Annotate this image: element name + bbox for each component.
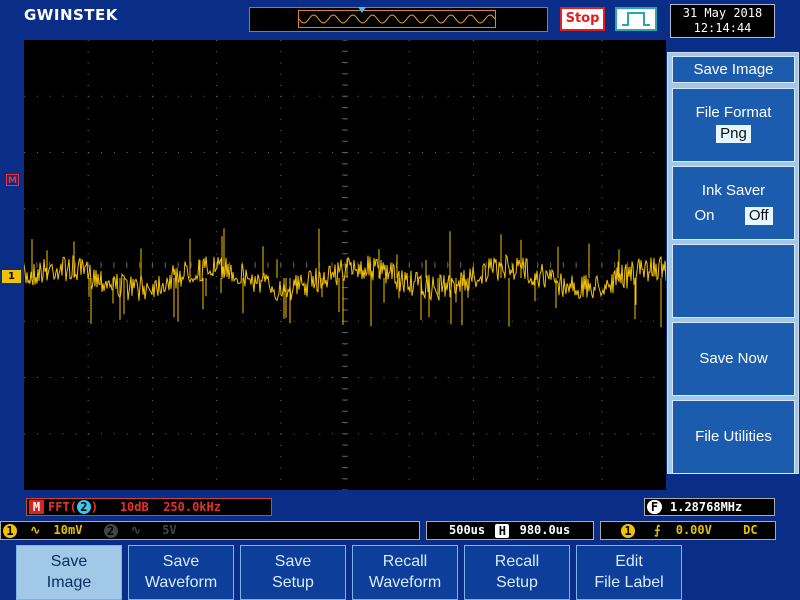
trigger-status: 1 ⨍ 0.00V DC bbox=[600, 521, 776, 540]
date-text: 31 May 2018 bbox=[682, 6, 763, 20]
save-setup-menu-button[interactable]: Save Setup bbox=[240, 545, 346, 600]
ink-saver-off: Off bbox=[744, 207, 773, 225]
save-now-button[interactable]: Save Now bbox=[672, 322, 795, 396]
file-format-button[interactable]: File Format Png bbox=[672, 88, 795, 162]
horizontal-position: 980.0us bbox=[519, 523, 571, 537]
file-format-label: File Format bbox=[695, 104, 772, 121]
ink-saver-on: On bbox=[694, 207, 715, 224]
save-image-menu-button[interactable]: Save Image bbox=[16, 545, 122, 600]
recall-setup-menu-button[interactable]: Recall Setup bbox=[464, 545, 570, 600]
ch1-badge[interactable]: 1 bbox=[3, 524, 17, 538]
trigger-level: 0.00V bbox=[675, 523, 712, 537]
time-text: 12:14:44 bbox=[693, 21, 752, 35]
trigger-mode-icon bbox=[615, 7, 657, 31]
menu-label-line2: Setup bbox=[496, 574, 538, 591]
run-stop-status[interactable]: Stop bbox=[560, 7, 605, 31]
menu-label-line1: Save bbox=[274, 553, 312, 570]
math-ground-marker: M bbox=[6, 174, 19, 186]
math-source-badge: 2 bbox=[76, 500, 91, 514]
brand-logo: GWINSTEK bbox=[24, 6, 118, 24]
ch2-scale: 5V bbox=[162, 523, 177, 537]
menu-label-line2: Image bbox=[46, 574, 92, 591]
math-scale: 10dB bbox=[119, 500, 149, 514]
file-utilities-button[interactable]: File Utilities bbox=[672, 400, 795, 474]
menu-label-line2: File Label bbox=[594, 574, 664, 591]
waveform-display bbox=[24, 40, 666, 490]
trigger-coupling: DC bbox=[743, 523, 758, 537]
math-info-box: M FFT(2) 10dB 250.0kHz bbox=[26, 498, 272, 516]
side-menu-title: Save Image bbox=[672, 56, 795, 83]
timebase-scale: 500us bbox=[449, 523, 486, 537]
memory-view-window bbox=[298, 10, 496, 28]
recall-waveform-menu-button[interactable]: Recall Waveform bbox=[352, 545, 458, 600]
frequency-counter: F 1.28768MHz bbox=[644, 498, 775, 516]
trigger-source-badge: 1 bbox=[621, 524, 635, 538]
file-format-value: Png bbox=[716, 125, 751, 143]
menu-label-line2: Waveform bbox=[144, 574, 218, 591]
menu-label-line1: Save bbox=[50, 553, 88, 570]
ink-saver-label: Ink Saver bbox=[701, 182, 766, 199]
edit-file-label-menu-button[interactable]: Edit File Label bbox=[576, 545, 682, 600]
menu-label-line1: Recall bbox=[494, 553, 540, 570]
ch1-coupling-icon: ∿ bbox=[30, 523, 41, 537]
math-label: M bbox=[29, 500, 44, 514]
menu-label-line1: Edit bbox=[615, 553, 643, 570]
ch2-coupling-icon: ∿ bbox=[130, 523, 141, 537]
ch1-waveform bbox=[24, 228, 666, 328]
frequency-value: 1.28768MHz bbox=[670, 500, 743, 514]
math-function: FFT( bbox=[48, 500, 77, 514]
menu-label-line1: Recall bbox=[382, 553, 428, 570]
memory-waveform-preview bbox=[299, 14, 495, 24]
menu-label-line2: Setup bbox=[272, 574, 314, 591]
frequency-icon: F bbox=[647, 500, 662, 514]
math-close: ) bbox=[90, 500, 99, 514]
trigger-slope-icon: ⨍ bbox=[654, 523, 661, 537]
ch2-badge[interactable]: 2 bbox=[103, 524, 118, 538]
empty-soft-key[interactable] bbox=[672, 244, 795, 318]
clock: 31 May 2018 12:14:44 bbox=[670, 4, 775, 38]
menu-label-line1: Save bbox=[162, 553, 200, 570]
memory-trigger-marker bbox=[358, 7, 366, 13]
menu-label-line2: Waveform bbox=[368, 574, 442, 591]
side-menu: Save Image File Format Png Ink Saver On … bbox=[667, 52, 799, 474]
channel-status-bar: 1 ∿ 10mV 2 ∿ 5V bbox=[0, 521, 420, 540]
ch1-ground-marker[interactable]: 1 bbox=[2, 270, 21, 283]
ch1-scale: 10mV bbox=[53, 523, 83, 537]
ink-saver-button[interactable]: Ink Saver On Off bbox=[672, 166, 795, 240]
timebase-status: 500us H 980.0us bbox=[426, 521, 594, 540]
save-waveform-menu-button[interactable]: Save Waveform bbox=[128, 545, 234, 600]
horizontal-position-icon: H bbox=[495, 524, 510, 538]
math-span: 250.0kHz bbox=[163, 500, 221, 514]
memory-bar bbox=[249, 7, 548, 32]
